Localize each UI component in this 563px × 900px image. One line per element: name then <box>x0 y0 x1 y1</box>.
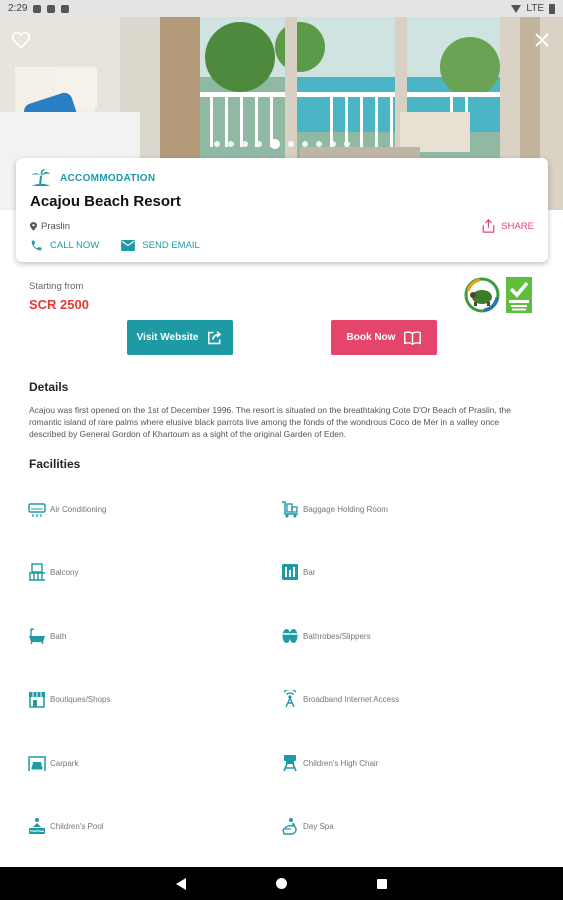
bar-icon <box>282 564 298 581</box>
facility-label: Carpark <box>50 758 79 768</box>
system-navigation-bar <box>0 867 563 900</box>
share-icon <box>482 219 495 233</box>
facility-item: Broadband Internet Access <box>281 690 534 753</box>
battery-icon <box>549 3 555 14</box>
carousel-dot[interactable] <box>227 141 234 147</box>
external-link-icon <box>208 330 222 344</box>
back-triangle-icon <box>176 877 186 890</box>
storage-notification-icon <box>61 4 70 13</box>
balcony-icon <box>29 563 45 582</box>
facility-label: Broadband Internet Access <box>303 695 400 705</box>
listing-location: Praslin <box>30 221 70 232</box>
facility-label: Baggage Holding Room <box>303 505 388 514</box>
facility-label: Balcony <box>50 568 79 578</box>
visit-website-label: Visit Website <box>136 332 199 343</box>
carousel-dot[interactable] <box>315 141 322 147</box>
facility-label: Bathrobes/Slippers <box>303 631 371 641</box>
close-button[interactable] <box>529 27 555 53</box>
call-now-button[interactable]: CALL NOW <box>30 239 99 252</box>
home-circle-icon <box>276 878 287 889</box>
carousel-dot[interactable] <box>329 141 336 147</box>
price-block: Starting from SCR 2500 <box>29 281 89 312</box>
facility-label: Children's Pool <box>50 821 104 831</box>
carousel-dot[interactable] <box>241 141 248 147</box>
luggage-cart-icon <box>282 501 298 518</box>
network-type: LTE <box>526 3 544 14</box>
recents-square-icon <box>376 878 387 889</box>
listing-card: ACCOMMODATION Acajou Beach Resort Prasli… <box>16 158 548 262</box>
open-book-icon <box>404 330 422 345</box>
facility-label: Boutiques/Shops <box>50 695 111 705</box>
recents-button[interactable] <box>372 874 392 894</box>
facility-item: Bar <box>281 563 534 626</box>
carousel-dot[interactable] <box>269 139 280 149</box>
close-icon <box>535 33 549 47</box>
carousel-dot[interactable] <box>213 141 220 147</box>
bathtub-icon <box>29 627 45 645</box>
image-carousel-indicator[interactable] <box>0 139 563 149</box>
settings-notification-icon <box>33 4 42 13</box>
call-now-label: CALL NOW <box>50 240 100 251</box>
facility-item: Carpark <box>28 754 281 817</box>
shield-notification-icon <box>47 4 56 13</box>
facility-label: Bath <box>50 631 67 641</box>
phone-icon <box>31 240 42 251</box>
listing-title: Acajou Beach Resort <box>30 193 181 210</box>
listing-category: ACCOMMODATION <box>60 172 156 184</box>
facility-item: Bathrobes/Slippers <box>281 627 534 690</box>
sustainable-tourism-logo <box>464 277 500 313</box>
send-email-button[interactable]: SEND EMAIL <box>121 239 200 252</box>
carousel-dot[interactable] <box>255 141 262 147</box>
heart-icon <box>11 31 31 49</box>
book-now-label: Book Now <box>346 332 396 343</box>
facility-label: Bar <box>303 568 316 578</box>
facility-label: Day Spa <box>303 821 334 831</box>
book-now-button[interactable]: Book Now <box>331 320 437 355</box>
shop-icon <box>29 692 45 708</box>
facility-item: Children's High Chair <box>281 754 534 817</box>
email-icon <box>121 240 136 251</box>
status-time: 2:29 <box>8 3 28 14</box>
wifi-tower-icon <box>283 690 297 708</box>
back-button[interactable] <box>172 874 192 894</box>
slippers-icon <box>282 628 298 643</box>
carousel-dot[interactable] <box>343 141 350 147</box>
share-label: SHARE <box>501 220 534 232</box>
carousel-dot[interactable] <box>287 141 294 147</box>
facility-label: Air Conditioning <box>50 505 107 514</box>
pool-icon <box>29 817 45 834</box>
facility-item: Air Conditioning <box>28 500 281 563</box>
share-button[interactable]: SHARE <box>482 219 534 233</box>
details-text: Acajou was first opened on the 1st of De… <box>29 405 511 439</box>
home-button[interactable] <box>272 874 292 894</box>
facility-item: Boutiques/Shops <box>28 690 281 753</box>
facilities-list: Air Conditioning Baggage Holding Room Balc… <box>28 500 538 880</box>
price-label: Starting from <box>29 281 84 292</box>
facility-item: Baggage Holding Room <box>281 500 534 563</box>
facility-label: Children's High Chair <box>303 758 379 768</box>
wifi-icon <box>511 4 522 13</box>
favorite-button[interactable] <box>8 27 34 53</box>
spa-icon <box>282 817 297 835</box>
carpark-icon <box>28 755 46 771</box>
send-email-label: SEND EMAIL <box>142 240 200 251</box>
palm-island-icon <box>32 169 50 187</box>
details-heading: Details <box>29 380 69 394</box>
safe-travels-badge <box>506 277 532 313</box>
air-conditioner-icon <box>28 503 46 517</box>
high-chair-icon <box>283 754 297 771</box>
visit-website-button[interactable]: Visit Website <box>127 320 233 355</box>
status-bar: 2:29 LTE <box>0 0 563 17</box>
facilities-heading: Facilities <box>29 457 81 471</box>
facility-item: Bath <box>28 627 281 690</box>
carousel-dot[interactable] <box>301 141 308 147</box>
certification-badges <box>464 277 532 313</box>
facility-item: Balcony <box>28 563 281 626</box>
location-label: Praslin <box>41 220 71 232</box>
location-pin-icon <box>30 221 37 231</box>
price-value: SCR 2500 <box>29 297 89 312</box>
